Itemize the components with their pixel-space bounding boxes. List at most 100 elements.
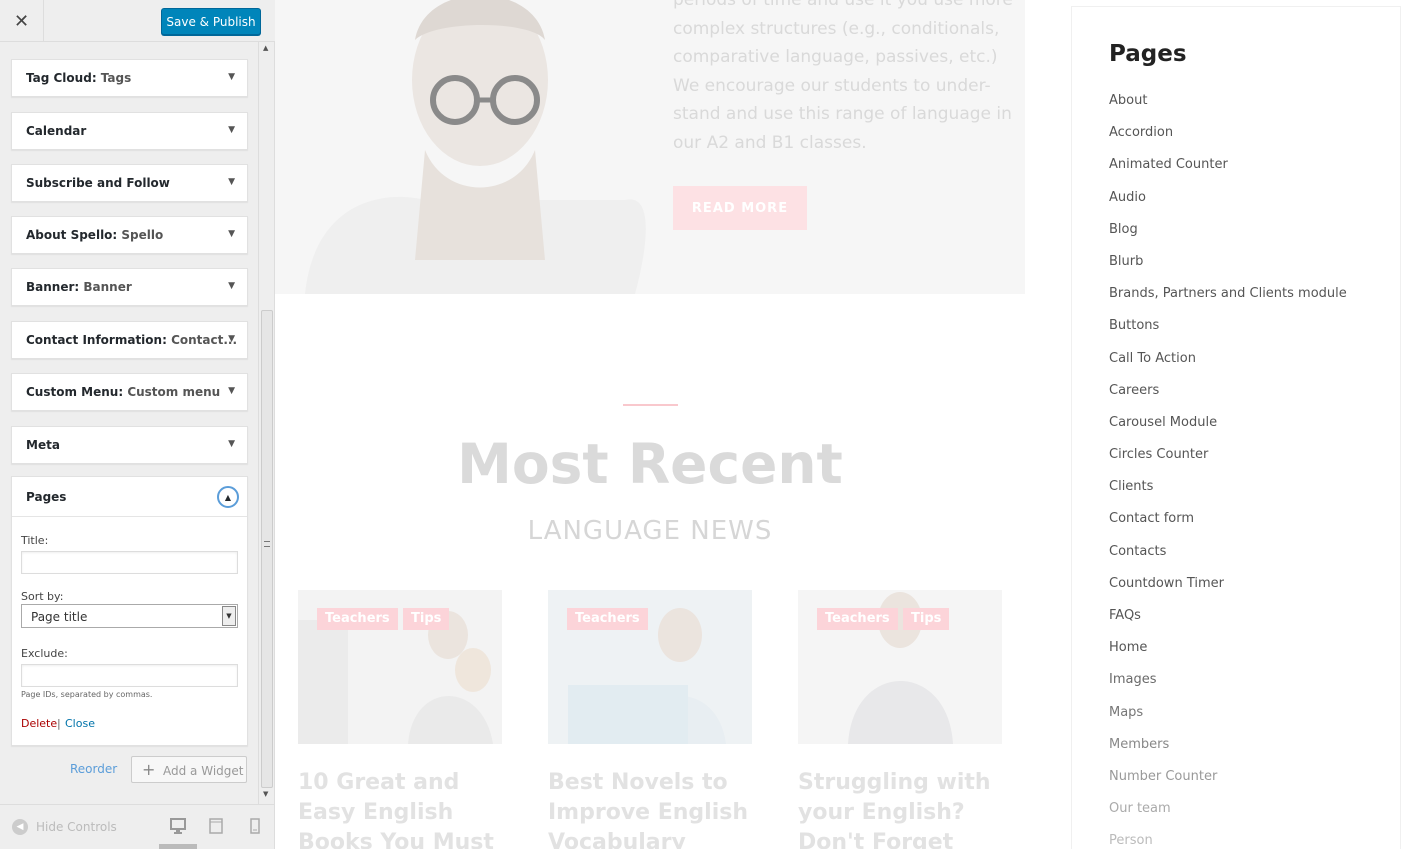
widget-calendar[interactable]: Calendar ▼	[11, 112, 248, 150]
sort-by-select[interactable]: Page title ▼	[21, 604, 238, 628]
save-publish-button[interactable]: Save & Publish	[161, 8, 261, 35]
scroll-up-icon[interactable]: ▲	[263, 44, 268, 52]
page-link[interactable]: Buttons	[1109, 318, 1347, 350]
scrollbar[interactable]: ▲ ▼	[258, 42, 274, 804]
widget-list: Tag Cloud: Tags ▼ Calendar ▼ Subscribe a…	[0, 42, 258, 802]
page-link[interactable]: FAQs	[1109, 608, 1347, 640]
scrollbar-thumb[interactable]	[261, 310, 273, 788]
card-image-2[interactable]: Teachers	[548, 590, 752, 744]
page-link[interactable]: About	[1109, 93, 1347, 125]
tag-badge[interactable]: Tips	[903, 608, 950, 630]
page-link[interactable]: Brands, Partners and Clients module	[1109, 286, 1347, 318]
site-preview: periods of time and use it you use more …	[275, 0, 1419, 849]
chevron-down-icon[interactable]: ▼	[222, 606, 236, 626]
collapse-arrow-icon[interactable]: ▲	[217, 486, 239, 508]
card-image-3[interactable]: Teachers Tips	[798, 590, 1002, 744]
accent-divider	[623, 404, 678, 406]
reorder-link[interactable]: Reorder	[70, 762, 117, 776]
section-title: Most Recent	[457, 432, 843, 496]
page-link[interactable]: Audio	[1109, 190, 1347, 222]
page-link[interactable]: Circles Counter	[1109, 447, 1347, 479]
expand-arrow-icon[interactable]: ▼	[228, 177, 235, 187]
title-input[interactable]	[21, 551, 238, 574]
page-link[interactable]: Call To Action	[1109, 351, 1347, 383]
hide-controls-button[interactable]: ◀ Hide Controls	[12, 819, 117, 835]
tag-badge[interactable]: Teachers	[817, 608, 898, 630]
exclude-input[interactable]	[21, 664, 238, 687]
close-icon[interactable]: ✕	[0, 0, 44, 42]
widget-custom-menu[interactable]: Custom Menu: Custom menu ▼	[11, 373, 248, 411]
expand-arrow-icon[interactable]: ▼	[228, 439, 235, 449]
page-link[interactable]: Home	[1109, 640, 1347, 672]
page-link[interactable]: Blurb	[1109, 254, 1347, 286]
page-link[interactable]: Members	[1109, 737, 1347, 769]
customizer-panel: ✕ Save & Publish Tag Cloud: Tags ▼ Calen…	[0, 0, 275, 849]
tag-badge[interactable]: Tips	[403, 608, 450, 630]
widget-title: Tag Cloud	[26, 71, 92, 85]
tag-badge[interactable]: Teachers	[317, 608, 398, 630]
widget-title: Meta	[26, 438, 60, 452]
pages-widget-title: Pages	[1109, 41, 1187, 67]
widget-pages-expanded: Pages ▲ Title: Sort by: Page title ▼ Exc…	[11, 476, 248, 746]
delete-link[interactable]: Delete	[21, 717, 57, 730]
link-separator: |	[57, 717, 61, 730]
page-link[interactable]: Carousel Module	[1109, 415, 1347, 447]
mobile-preview-icon[interactable]	[246, 817, 264, 835]
grip-icon	[264, 541, 270, 547]
page-link[interactable]: Number Counter	[1109, 769, 1347, 801]
widget-subtitle: Custom menu	[127, 385, 221, 399]
desktop-preview-icon[interactable]	[169, 817, 187, 835]
widget-title: Custom Menu	[26, 385, 119, 399]
page-link[interactable]: Careers	[1109, 383, 1347, 415]
tag-badge[interactable]: Teachers	[567, 608, 648, 630]
widget-title: Calendar	[26, 124, 87, 138]
expand-arrow-icon[interactable]: ▼	[228, 281, 235, 291]
section-subtitle: LANGUAGE NEWS	[527, 516, 773, 546]
scroll-down-icon[interactable]: ▼	[263, 790, 268, 798]
page-link[interactable]: Animated Counter	[1109, 157, 1347, 189]
expand-arrow-icon[interactable]: ▼	[228, 229, 235, 239]
widget-about-spello[interactable]: About Spello: Spello ▼	[11, 216, 248, 254]
page-link[interactable]: Blog	[1109, 222, 1347, 254]
page-link[interactable]: Countdown Timer	[1109, 576, 1347, 608]
widget-subscribe-follow[interactable]: Subscribe and Follow ▼	[11, 164, 248, 202]
widget-tag-cloud[interactable]: Tag Cloud: Tags ▼	[11, 59, 248, 97]
pages-widget-preview: Pages About Accordion Animated Counter Audi…	[1071, 6, 1401, 849]
card-title-3[interactable]: Struggling with your English? Don't Forg…	[798, 768, 1008, 849]
customizer-footer: ◀ Hide Controls	[0, 804, 274, 849]
page-link[interactable]: Clients	[1109, 479, 1347, 511]
exclude-hint: Page IDs, separated by commas.	[21, 690, 153, 699]
card-title-2[interactable]: Best Novels to Improve English Vocabular…	[548, 768, 758, 849]
widget-title: Subscribe and Follow	[26, 176, 170, 190]
expand-arrow-icon[interactable]: ▼	[228, 125, 235, 135]
expand-arrow-icon[interactable]: ▼	[228, 386, 235, 396]
widget-banner[interactable]: Banner: Banner ▼	[11, 268, 248, 306]
pages-list: About Accordion Animated Counter Audio Blog B…	[1109, 93, 1347, 849]
widget-subtitle: Spello	[121, 228, 164, 242]
page-link[interactable]: Maps	[1109, 705, 1347, 737]
widget-title: Pages	[26, 490, 67, 504]
widget-contact-information[interactable]: Contact Information: Contact... ▼	[11, 321, 248, 359]
card-title-1[interactable]: 10 Great and Easy English Books You Must	[298, 768, 508, 849]
page-link[interactable]: Contacts	[1109, 544, 1347, 576]
add-widget-button[interactable]: + Add a Widget	[131, 756, 247, 783]
card-image-1[interactable]: Teachers Tips	[298, 590, 502, 744]
expand-arrow-icon[interactable]: ▼	[228, 334, 235, 344]
page-link[interactable]: Images	[1109, 672, 1347, 704]
page-link[interactable]: Our team	[1109, 801, 1347, 833]
title-label: Title:	[21, 534, 49, 547]
page-link[interactable]: Contact form	[1109, 511, 1347, 543]
widget-pages-header[interactable]: Pages ▲	[12, 477, 247, 517]
widget-title: Banner	[26, 280, 75, 294]
widget-meta[interactable]: Meta ▼	[11, 426, 248, 464]
add-widget-label: Add a Widget	[163, 764, 244, 778]
close-link[interactable]: Close	[65, 717, 95, 730]
tablet-preview-icon[interactable]	[207, 817, 225, 835]
page-link[interactable]: Person	[1109, 833, 1347, 849]
hide-controls-label: Hide Controls	[36, 820, 117, 834]
read-more-button[interactable]: READ MORE	[673, 186, 807, 230]
expand-arrow-icon[interactable]: ▼	[228, 72, 235, 82]
hero-paragraph: periods of time and use it you use more …	[673, 0, 1013, 153]
exclude-label: Exclude:	[21, 647, 68, 660]
page-link[interactable]: Accordion	[1109, 125, 1347, 157]
